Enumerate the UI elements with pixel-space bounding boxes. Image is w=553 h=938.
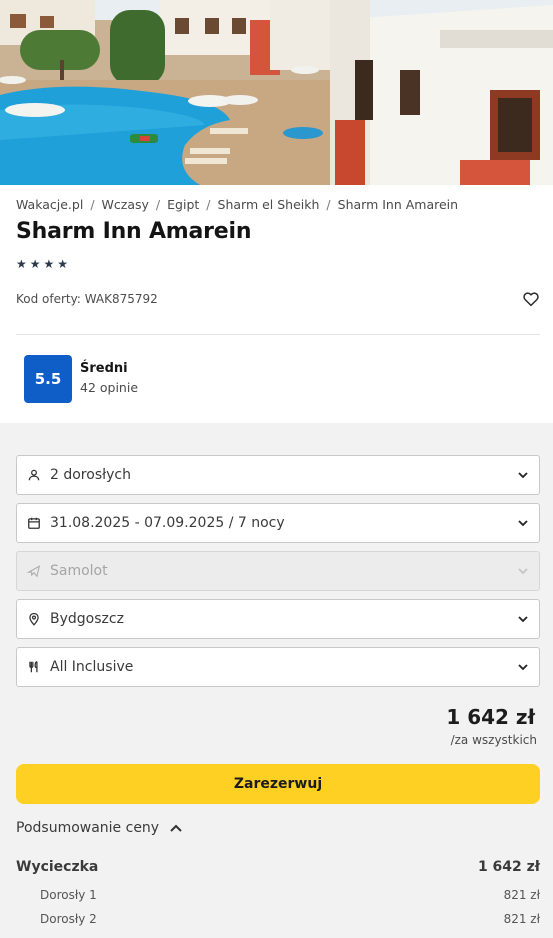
plane-icon [26,563,42,579]
summary-trip-price: 1 642 zł [477,859,540,875]
star-icon: ★ [29,257,41,271]
chevron-down-icon [518,616,528,623]
hotel-stars: ★ ★ ★ ★ [16,258,68,270]
divider [16,334,540,335]
summary-item-row: Dorosły 2 821 zł [16,912,540,926]
summary-item-label: Dorosły 2 [40,912,97,926]
book-button[interactable]: Zarezerwuj [16,764,540,804]
chevron-down-icon [518,664,528,671]
star-icon: ★ [16,257,27,271]
chevron-down-icon [518,568,528,575]
chevron-down-icon [518,472,528,479]
summary-trip-label: Wycieczka [16,859,99,875]
departure-value: Bydgoszcz [50,611,124,627]
rating-count[interactable]: 42 opinie [80,380,138,395]
chevron-up-icon [170,824,182,832]
breadcrumb-item-hotel[interactable]: Sharm Inn Amarein [338,197,458,212]
board-value: All Inclusive [50,659,134,675]
transport-select: Samolot [16,551,540,591]
offer-code: Kod oferty: WAK875792 [16,292,158,306]
star-icon: ★ [57,257,69,271]
transport-value: Samolot [50,563,108,579]
summary-item-label: Dorosły 1 [40,888,97,902]
board-select[interactable]: All Inclusive [16,647,540,687]
dates-select[interactable]: 31.08.2025 - 07.09.2025 / 7 nocy [16,503,540,543]
breadcrumb-item-region[interactable]: Sharm el Sheikh [218,197,320,212]
rating-label: Średni [80,361,128,376]
summary-item-row: Dorosły 1 821 zł [16,888,540,902]
travelers-select[interactable]: 2 dorosłych [16,455,540,495]
breadcrumb-separator: / [155,197,161,212]
hotel-info-section: Wakacje.pl / Wczasy / Egipt / Sharm el S… [0,185,553,423]
hotel-title: Sharm Inn Amarein [16,219,252,244]
total-price: 1 642 zł [446,705,535,729]
price-summary-toggle[interactable]: Podsumowanie ceny [16,820,183,836]
chevron-down-icon [518,520,528,527]
booking-panel: 2 dorosłych 31.08.2025 - 07.09.2025 / 7 … [0,423,553,938]
breadcrumb-item-country[interactable]: Egipt [167,197,199,212]
summary-trip-row: Wycieczka 1 642 zł [16,859,540,875]
location-pin-icon [26,611,42,627]
hotel-photo-illustration [0,0,553,185]
travelers-value: 2 dorosłych [50,467,131,483]
breadcrumb-separator: / [90,197,95,212]
breadcrumb-separator: / [206,197,211,212]
calendar-icon [26,515,42,531]
price-summary-label: Podsumowanie ceny [16,820,160,836]
breadcrumb-separator: / [326,197,331,212]
person-icon [26,467,42,483]
cutlery-icon [26,659,42,675]
summary-item-price: 821 zł [503,888,540,902]
summary-item-price: 821 zł [503,912,540,926]
favorite-heart-icon[interactable] [522,290,540,308]
hotel-photo[interactable] [0,0,553,185]
price-per-label: /za wszystkich [450,733,537,747]
breadcrumb-item-wczasy[interactable]: Wczasy [102,197,149,212]
breadcrumb-item-home[interactable]: Wakacje.pl [16,197,83,212]
rating-score-badge[interactable]: 5.5 [24,355,72,403]
star-icon: ★ [43,257,55,271]
breadcrumb: Wakacje.pl / Wczasy / Egipt / Sharm el S… [16,197,458,212]
departure-select[interactable]: Bydgoszcz [16,599,540,639]
dates-value: 31.08.2025 - 07.09.2025 / 7 nocy [50,515,285,531]
